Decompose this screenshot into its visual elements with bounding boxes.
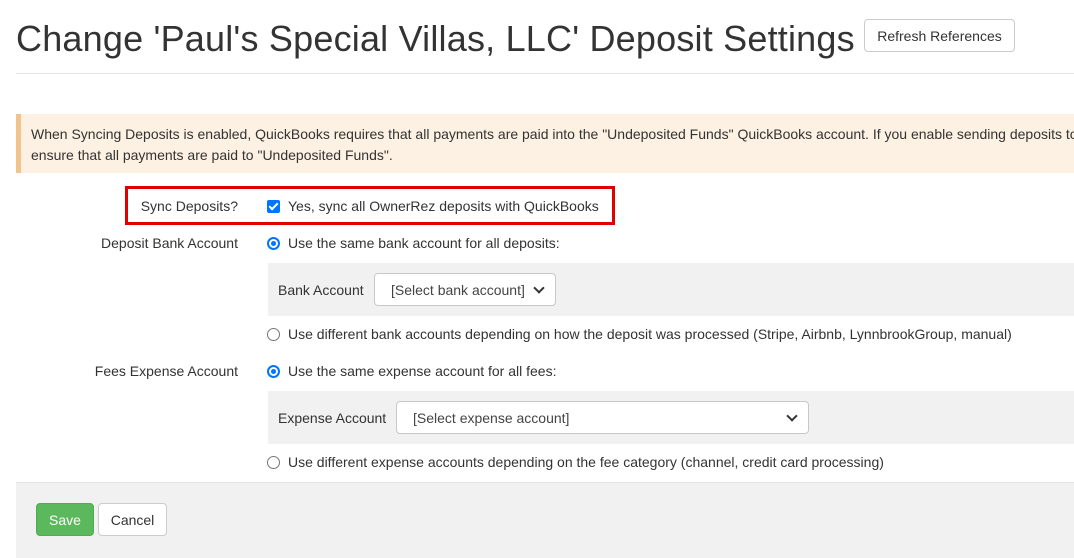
expense-account-select[interactable]: [Select expense account] — [396, 401, 809, 434]
bank-same-radio[interactable] — [267, 236, 280, 250]
expense-same-option-label: Use the same expense account for all fee… — [288, 363, 557, 379]
sync-deposits-option[interactable]: Yes, sync all OwnerRez deposits with Qui… — [267, 198, 599, 214]
save-button[interactable]: Save — [36, 503, 94, 536]
form-footer: Save Cancel — [16, 482, 1074, 558]
bank-same-option-label: Use the same bank account for all deposi… — [288, 235, 560, 251]
fees-expense-account-label: Fees Expense Account — [94, 363, 238, 379]
bank-same-option[interactable]: Use the same bank account for all deposi… — [267, 235, 560, 251]
deposit-bank-account-label: Deposit Bank Account — [101, 235, 238, 251]
bank-account-panel: Bank Account [Select bank account] — [268, 263, 1074, 316]
bank-different-option-label: Use different bank accounts depending on… — [288, 326, 1012, 342]
expense-same-radio[interactable] — [267, 364, 280, 378]
bank-account-select-value: [Select bank account] — [391, 281, 525, 298]
title-divider — [16, 73, 1074, 74]
bank-account-select[interactable]: [Select bank account] — [374, 273, 556, 306]
expense-same-option[interactable]: Use the same expense account for all fee… — [267, 363, 556, 379]
expense-account-field-label: Expense Account — [278, 410, 387, 426]
alert-text-line-1: When Syncing Deposits is enabled, QuickB… — [31, 126, 1074, 142]
expense-different-option[interactable]: Use different expense accounts depending… — [267, 454, 884, 470]
bank-account-field-label: Bank Account — [278, 282, 364, 298]
alert-text-line-2: ensure that all payments are paid to "Un… — [31, 147, 393, 163]
page-title: Change 'Paul's Special Villas, LLC' Depo… — [16, 18, 855, 59]
warning-alert: When Syncing Deposits is enabled, QuickB… — [16, 114, 1074, 173]
bank-different-option[interactable]: Use different bank accounts depending on… — [267, 326, 1012, 342]
refresh-references-button[interactable]: Refresh References — [864, 19, 1015, 52]
sync-deposits-checkbox[interactable] — [267, 199, 280, 213]
expense-different-option-label: Use different expense accounts depending… — [288, 454, 884, 470]
expense-account-select-value: [Select expense account] — [413, 409, 570, 426]
chevron-down-icon — [533, 281, 545, 294]
cancel-button[interactable]: Cancel — [98, 503, 167, 536]
sync-deposits-checkbox-label: Yes, sync all OwnerRez deposits with Qui… — [288, 198, 599, 214]
sync-deposits-label: Sync Deposits? — [140, 198, 238, 214]
chevron-down-icon — [786, 409, 798, 422]
expense-account-panel: Expense Account [Select expense account] — [268, 391, 1074, 444]
expense-different-radio[interactable] — [267, 455, 280, 469]
bank-different-radio[interactable] — [267, 327, 280, 341]
